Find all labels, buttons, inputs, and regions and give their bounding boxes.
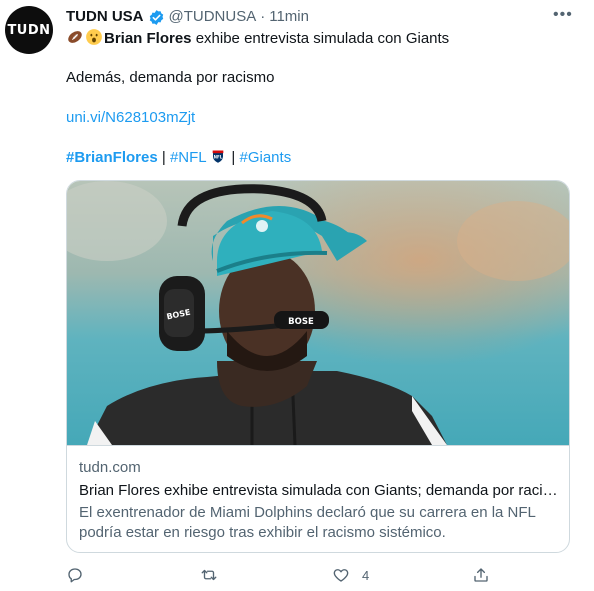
verified-badge-icon bbox=[149, 9, 163, 25]
headline-bold-name: Brian Flores bbox=[104, 30, 192, 47]
tweet-header: TUDN USA @TUDNUSA · 11min bbox=[66, 7, 309, 27]
like-count: 4 bbox=[362, 567, 370, 583]
hashtag-separator: | bbox=[161, 149, 166, 166]
hashtag-separator-2: | bbox=[231, 149, 236, 166]
retweet-button[interactable] bbox=[200, 566, 230, 584]
like-button[interactable]: 4 bbox=[332, 566, 369, 584]
tweet-timestamp[interactable]: 11min bbox=[269, 7, 309, 27]
like-icon bbox=[333, 569, 349, 582]
svg-text:NFL: NFL bbox=[214, 155, 223, 160]
card-image: BOSE BOSE bbox=[67, 181, 569, 446]
avatar[interactable]: TUDN bbox=[5, 6, 53, 54]
hashtag-nfl[interactable]: #NFL bbox=[170, 149, 206, 166]
surprised-face-emoji-icon bbox=[86, 29, 102, 45]
share-icon bbox=[474, 568, 488, 582]
card-title: Brian Flores exhibe entrevista simulada … bbox=[79, 482, 563, 499]
author-name[interactable]: TUDN USA bbox=[66, 7, 144, 27]
football-emoji-icon bbox=[68, 31, 82, 43]
headline-text: exhibe entrevista simulada con Giants bbox=[191, 30, 450, 47]
hashtag-giants[interactable]: #Giants bbox=[240, 149, 292, 166]
nfl-shield-emoji-icon: NFL bbox=[212, 150, 224, 164]
header-separator: · bbox=[260, 8, 266, 25]
tweet-headline: Brian Flores exhibe entrevista simulada … bbox=[66, 28, 449, 49]
more-options-icon[interactable]: ••• bbox=[553, 6, 573, 24]
svg-text:BOSE: BOSE bbox=[288, 317, 314, 327]
author-handle[interactable]: @TUDNUSA bbox=[169, 7, 257, 27]
tweet-actions: 4 bbox=[66, 566, 496, 588]
card-domain: tudn.com bbox=[79, 459, 141, 476]
reply-button[interactable] bbox=[66, 566, 96, 584]
retweet-icon bbox=[201, 569, 217, 581]
tweet-link[interactable]: uni.vi/N628103mZjt bbox=[66, 108, 195, 128]
link-preview-card[interactable]: BOSE BOSE tudn.com Brian Flores exhibe e… bbox=[66, 180, 570, 553]
hashtag-line: #BrianFlores | #NFL NFL | #Giants bbox=[66, 148, 291, 168]
card-description: El exentrenador de Miami Dolphins declar… bbox=[79, 504, 536, 541]
share-button[interactable] bbox=[472, 566, 490, 584]
tweet-body: Además, demanda por racismo bbox=[66, 69, 275, 86]
reply-icon bbox=[68, 568, 82, 583]
avatar-text: TUDN bbox=[7, 22, 51, 38]
hashtag-brianflores[interactable]: #BrianFlores bbox=[66, 149, 158, 166]
